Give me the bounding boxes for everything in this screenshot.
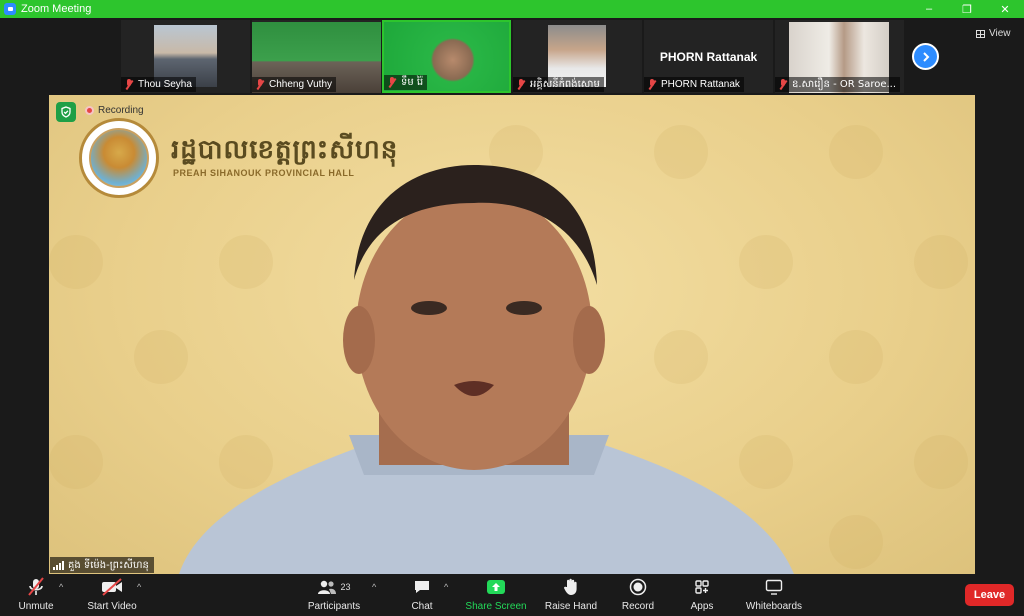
- mic-muted-icon: [387, 77, 397, 88]
- participant-name-bar: ទឹម រ៉ៃ: [384, 75, 428, 90]
- gallery-strip: Thou Seyha Chheng Vuthy ទឹម រ៉ៃ អគ្គិសនី…: [0, 18, 1024, 95]
- next-page-button[interactable]: [912, 43, 939, 70]
- participant-name: ទឹម រ៉ៃ: [401, 77, 424, 88]
- unmute-label: Unmute: [18, 601, 54, 612]
- participants-count: 23: [340, 582, 351, 592]
- unmute-button[interactable]: Unmute: [14, 576, 58, 612]
- view-label: View: [989, 28, 1011, 39]
- video-off-icon: [102, 578, 122, 596]
- share-screen-icon: [487, 580, 505, 594]
- mic-muted-icon: [778, 79, 788, 90]
- recording-indicator: Recording: [85, 105, 144, 116]
- mic-muted-icon: [28, 577, 44, 596]
- raise-hand-label: Raise Hand: [544, 601, 598, 612]
- chat-button[interactable]: Chat: [407, 576, 437, 612]
- audio-options-caret[interactable]: ^: [59, 582, 63, 592]
- participant-name-bar: Thou Seyha: [121, 77, 196, 92]
- participant-name-bar: Chheng Vuthy: [252, 77, 337, 92]
- leave-button[interactable]: Leave: [965, 584, 1014, 606]
- participant-tile[interactable]: Chheng Vuthy: [252, 20, 381, 93]
- speaker-name: គួង ទីម៉េង-ព្រះសីហនុ: [68, 559, 149, 571]
- apps-button[interactable]: Apps: [688, 576, 716, 612]
- window-controls: – ❐ ✕: [910, 0, 1024, 18]
- participant-tile[interactable]: PHORN Rattanak PHORN Rattanak: [644, 20, 773, 93]
- record-icon: [629, 578, 647, 596]
- participant-tile[interactable]: Thou Seyha: [121, 20, 250, 93]
- chevron-right-icon: [922, 51, 929, 62]
- mic-muted-icon: [516, 79, 526, 90]
- participant-name: Thou Seyha: [138, 79, 192, 90]
- speaker-name-bar: គួង ទីម៉េង-ព្រះសីហនុ: [50, 557, 154, 573]
- window-title: Zoom Meeting: [21, 3, 92, 15]
- signal-strength-icon: [53, 560, 64, 570]
- participants-icon: [318, 580, 337, 594]
- whiteboards-button[interactable]: Whiteboards: [743, 576, 805, 612]
- raise-hand-icon: [563, 578, 577, 595]
- apps-icon: [695, 580, 709, 594]
- participants-label: Participants: [307, 601, 361, 612]
- participant-name-placeholder: PHORN Rattanak: [659, 50, 758, 64]
- participant-name: ឧ.សារឿន - OR Saroe...: [792, 79, 897, 90]
- participants-options-caret[interactable]: ^: [372, 582, 376, 592]
- maximize-button[interactable]: ❐: [948, 0, 986, 18]
- zoom-app-icon: [4, 3, 16, 15]
- meeting-toolbar: Unmute ^ Start Video ^ 23 Participants ^…: [0, 574, 1024, 616]
- participant-tile[interactable]: អគ្គិសនីកំពង់សោម: [513, 20, 642, 93]
- view-button[interactable]: View: [976, 28, 1011, 39]
- chat-label: Chat: [411, 601, 433, 612]
- video-options-caret[interactable]: ^: [137, 582, 141, 592]
- participant-name: PHORN Rattanak: [661, 79, 740, 90]
- start-video-label: Start Video: [87, 601, 137, 612]
- hall-name-khmer: រដ្ឋបាលខេត្តព្រះសីហនុ: [171, 135, 399, 165]
- grid-view-icon: [976, 29, 985, 38]
- chat-icon: [415, 581, 429, 593]
- mic-muted-icon: [124, 79, 134, 90]
- whiteboard-icon: [765, 579, 783, 595]
- recording-label: Recording: [98, 105, 144, 116]
- security-shield-icon[interactable]: [56, 102, 76, 122]
- share-screen-label: Share Screen: [465, 601, 527, 612]
- provincial-seal-logo: [79, 118, 159, 198]
- record-label: Record: [621, 601, 655, 612]
- participant-tile[interactable]: ឧ.សារឿន - OR Saroe...: [775, 20, 904, 93]
- minimize-button[interactable]: –: [910, 0, 948, 18]
- mic-muted-icon: [647, 79, 657, 90]
- participant-tile[interactable]: ទឹម រ៉ៃ: [382, 20, 511, 93]
- share-screen-button[interactable]: Share Screen: [465, 576, 527, 612]
- record-button[interactable]: Record: [620, 576, 656, 612]
- mic-muted-icon: [255, 79, 265, 90]
- participant-name-bar: អគ្គិសនីកំពង់សោម: [513, 77, 604, 92]
- chat-options-caret[interactable]: ^: [444, 582, 448, 592]
- participant-name: អគ្គិសនីកំពង់សោម: [530, 79, 600, 90]
- close-button[interactable]: ✕: [986, 0, 1024, 18]
- apps-label: Apps: [690, 601, 714, 612]
- start-video-button[interactable]: Start Video: [84, 576, 140, 612]
- participants-button[interactable]: 23 Participants: [306, 576, 362, 612]
- participant-name: Chheng Vuthy: [269, 79, 333, 90]
- whiteboards-label: Whiteboards: [745, 601, 803, 612]
- raise-hand-button[interactable]: Raise Hand: [544, 576, 598, 612]
- recording-dot-icon: [85, 106, 94, 115]
- hall-name-english: PREAH SIHANOUK PROVINCIAL HALL: [173, 168, 355, 178]
- title-bar: Zoom Meeting – ❐ ✕: [0, 0, 1024, 18]
- participant-name-bar: ឧ.សារឿន - OR Saroe...: [775, 77, 901, 92]
- active-speaker-video: Recording រដ្ឋបាលខេត្តព្រះសីហនុ PREAH SI…: [49, 95, 975, 574]
- participant-name-bar: PHORN Rattanak: [644, 77, 744, 92]
